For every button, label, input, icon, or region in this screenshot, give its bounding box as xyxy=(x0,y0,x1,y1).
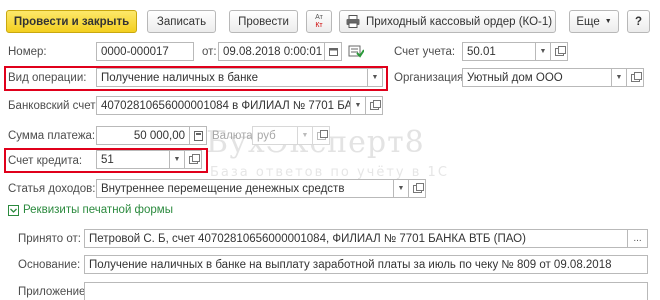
income-item-label: Статья доходов: xyxy=(8,183,96,195)
open-icon xyxy=(316,129,328,140)
bank-account-dropdown-button[interactable]: ▼ xyxy=(351,96,366,115)
amount-label: Сумма платежа: xyxy=(8,130,96,142)
organization-open-button[interactable] xyxy=(627,68,644,87)
date-label: от: xyxy=(202,46,217,58)
help-button[interactable]: ? xyxy=(627,10,650,33)
account-field[interactable]: 50.01 xyxy=(462,42,536,61)
currency-field: руб xyxy=(252,126,298,145)
basis-field[interactable]: Получение наличных в банке на выплату за… xyxy=(84,255,648,274)
save-button[interactable]: Записать xyxy=(147,10,216,33)
attachment-field[interactable] xyxy=(84,282,648,300)
credit-account-field[interactable]: 51 xyxy=(96,150,170,169)
operation-field[interactable]: Получение наличных в банке xyxy=(96,68,368,87)
calendar-icon xyxy=(328,48,338,56)
credit-account-label: Счет кредита: xyxy=(8,155,83,167)
open-icon xyxy=(554,45,566,56)
open-icon xyxy=(412,182,424,193)
open-icon xyxy=(630,71,642,82)
operation-label: Вид операции: xyxy=(8,72,87,84)
print-order-label: Приходный кассовый ордер (КО-1) xyxy=(366,15,553,28)
open-icon xyxy=(188,153,200,164)
amount-field[interactable]: 50 000,00 xyxy=(96,126,190,145)
credit-account-dropdown-button[interactable]: ▼ xyxy=(170,150,185,169)
organization-label: Организация: xyxy=(394,72,467,84)
account-open-button[interactable] xyxy=(551,42,568,61)
document-status-icon[interactable] xyxy=(348,44,364,58)
account-dropdown-button[interactable]: ▼ xyxy=(536,42,551,61)
bank-account-open-button[interactable] xyxy=(366,96,383,115)
printer-icon xyxy=(346,15,360,28)
more-menu-button[interactable]: Еще ▼ xyxy=(569,10,619,33)
bank-account-field[interactable]: 40702810656000001084 в ФИЛИАЛ № 7701 БАН… xyxy=(96,96,351,115)
received-from-label: Принято от: xyxy=(18,233,81,245)
received-from-select-button[interactable]: ... xyxy=(628,229,648,248)
income-item-open-button[interactable] xyxy=(409,179,426,198)
account-label: Счет учета: xyxy=(394,46,456,58)
bank-account-label: Банковский счет: xyxy=(8,100,99,112)
organization-dropdown-button[interactable]: ▼ xyxy=(612,68,627,87)
currency-label: Валюта: xyxy=(212,130,256,142)
calculator-icon xyxy=(193,130,203,141)
income-item-field[interactable]: Внутреннее перемещение денежных средств xyxy=(96,179,394,198)
more-label: Еще xyxy=(576,15,600,28)
dt-kt-button[interactable]: Ат Кт xyxy=(306,10,332,33)
kt-label: Кт xyxy=(315,21,323,29)
operation-dropdown-button[interactable]: ▼ xyxy=(368,68,383,87)
date-field[interactable]: 09.08.2018 0:00:01 xyxy=(218,42,325,61)
print-details-group-toggle[interactable]: Реквизиты печатной формы xyxy=(8,204,173,216)
print-order-button[interactable]: Приходный кассовый ордер (КО-1) xyxy=(339,10,556,33)
credit-account-open-button[interactable] xyxy=(185,150,202,169)
chevron-down-icon: ▼ xyxy=(604,18,612,25)
number-field[interactable]: 0000-000017 xyxy=(96,42,194,61)
amount-calculator-button[interactable] xyxy=(190,126,207,145)
watermark-tagline: База ответов по учёту в 1С xyxy=(210,165,449,180)
post-and-close-button[interactable]: Провести и закрыть xyxy=(6,10,137,33)
chevron-down-icon xyxy=(8,204,19,216)
currency-open-button xyxy=(313,126,330,145)
attachment-label: Приложение: xyxy=(18,286,89,298)
dt-label: Ат xyxy=(315,13,323,21)
print-details-label: Реквизиты печатной формы xyxy=(23,204,173,216)
number-label: Номер: xyxy=(8,46,47,58)
calendar-button[interactable] xyxy=(325,42,342,61)
income-item-dropdown-button[interactable]: ▼ xyxy=(394,179,409,198)
currency-dropdown-button: ▼ xyxy=(298,126,313,145)
post-button[interactable]: Провести xyxy=(229,10,298,33)
received-from-field[interactable]: Петровой С. Б, счет 40702810656000001084… xyxy=(84,229,628,248)
open-icon xyxy=(369,99,381,110)
organization-field[interactable]: Уютный дом ООО xyxy=(462,68,612,87)
basis-label: Основание: xyxy=(18,259,81,271)
